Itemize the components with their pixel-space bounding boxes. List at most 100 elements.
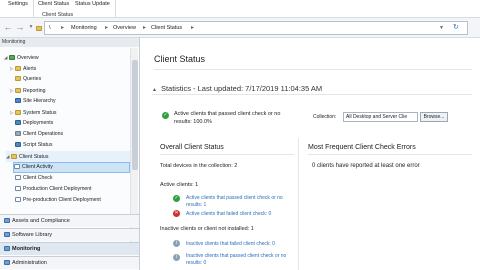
tree-item-script-status[interactable]: Script Status (15, 140, 52, 151)
client-operations-icon (15, 130, 21, 136)
folder-icon (15, 65, 21, 71)
summary-text-line1: Active clients that passed client check … (174, 111, 281, 117)
client-status-button[interactable]: Client Status (38, 1, 69, 7)
tree-item-system-status[interactable]: ▷ System Status (10, 107, 56, 118)
client-check-errors-heading: Most Frequent Client Check Errors (308, 144, 416, 151)
tree-item-label: Production Client Deployment (23, 186, 92, 192)
tree-item-label: Queries (23, 76, 42, 82)
info-icon: i (173, 254, 180, 261)
tree-item-deployments[interactable]: Deployments (15, 118, 53, 129)
divider (308, 154, 472, 155)
browse-button[interactable]: Browse... (420, 112, 448, 122)
main-content: Client Status ▲ Statistics - Last updated… (140, 38, 480, 270)
overview-icon (9, 54, 15, 60)
monitoring-icon (4, 245, 10, 251)
ribbon-group-settings: Settings (0, 0, 34, 18)
error-icon: ✕ (173, 210, 180, 217)
collection-field[interactable]: All Desktop and Server Clie (343, 112, 418, 122)
breadcrumb-monitoring[interactable]: Monitoring (71, 25, 97, 31)
status-update-button[interactable]: Status Update (75, 1, 110, 7)
statistics-header-text: Statistics - Last updated: 7/17/2019 11:… (160, 84, 323, 93)
workspace-label: Assets and Compliance (12, 218, 70, 224)
active-failed-link[interactable]: Active clients that failed client check:… (186, 211, 271, 217)
breadcrumb-root[interactable]: \ (49, 25, 51, 31)
tree-item-label: Client Check (23, 175, 53, 181)
breadcrumb[interactable]: \ ▸ Monitoring ▸ Overview ▸ Client Statu… (44, 21, 468, 35)
breadcrumb-client-status[interactable]: Client Status (151, 25, 182, 31)
back-arrow-icon[interactable]: ← (3, 22, 13, 32)
forward-arrow-icon[interactable]: → (15, 22, 25, 32)
check-icon: ✓ (162, 112, 169, 119)
tree-item-label: Client Operations (23, 131, 64, 137)
tree-item-label: Pre-production Client Deployment (23, 197, 101, 203)
tree-item-client-status[interactable]: ◢ Client Status (6, 151, 130, 162)
tree-item-label: Client Status (19, 154, 49, 160)
tree-item-preproduction-client-deployment[interactable]: Pre-production Client Deployment (15, 195, 101, 206)
document-icon (15, 196, 21, 202)
document-icon (14, 163, 20, 169)
folder-icon (34, 22, 44, 32)
workspace-software-library[interactable]: Software Library (0, 228, 139, 241)
errors-message: 0 clients have reported at least one err… (312, 163, 420, 169)
hierarchy-icon (15, 97, 21, 103)
tree-item-queries[interactable]: Queries (15, 74, 41, 85)
script-icon (15, 141, 21, 147)
column-divider (298, 138, 299, 270)
folder-icon (11, 153, 17, 159)
total-devices-text: Total devices in the collection: 2 (160, 163, 238, 169)
tree-item-label: Overview (17, 55, 39, 61)
info-icon: i (173, 240, 180, 247)
tree-item-site-hierarchy[interactable]: Site Hierarchy (15, 96, 56, 107)
folder-icon (15, 109, 21, 115)
breadcrumb-separator: ▸ (143, 25, 147, 31)
workspace-assets-and-compliance[interactable]: Assets and Compliance (0, 214, 139, 227)
tree-item-label: Site Hierarchy (23, 98, 56, 104)
tree-item-label: Reporting (23, 88, 46, 94)
active-passed-link[interactable]: Active clients that passed client check … (186, 195, 283, 201)
workspace-administration[interactable]: Administration (0, 256, 139, 269)
scrollbar-thumb[interactable] (132, 60, 138, 170)
divider (152, 94, 472, 95)
tree-item-label: Client Activity (22, 164, 53, 170)
tree-item-client-check[interactable]: Client Check (15, 173, 52, 184)
workspace-label: Monitoring (12, 246, 41, 252)
active-passed-link-count[interactable]: results: 1 (186, 202, 206, 208)
tree-item-client-activity[interactable]: Client Activity (13, 162, 130, 173)
folder-icon (15, 75, 21, 81)
tree-item-production-client-deployment[interactable]: Production Client Deployment (15, 184, 92, 195)
inactive-failed-link[interactable]: Inactive clients that failed client chec… (186, 241, 275, 247)
tree-item-label: Script Status (23, 142, 53, 148)
administration-icon (4, 259, 10, 265)
workspace-monitoring[interactable]: Monitoring (0, 242, 139, 255)
ribbon-group-client-status: Client Status Status Update Client Statu… (34, 0, 116, 18)
summary-text-line2: results: 100.0% (174, 119, 212, 125)
tree-item-label: System Status (23, 110, 57, 116)
navigation-pane-header: Monitoring (0, 38, 139, 47)
settings-button[interactable]: Settings (8, 1, 28, 7)
tree-item-reporting[interactable]: ▷ Reporting (10, 85, 46, 96)
inactive-clients-text: Inactive clients or client not installed… (160, 226, 254, 232)
tree-item-client-operations[interactable]: Client Operations (15, 129, 63, 140)
overall-client-status-heading: Overall Client Status (160, 144, 224, 151)
workspace-label: Administration (12, 260, 47, 266)
tree-item-overview[interactable]: ◢ Overview (4, 52, 39, 63)
collapse-arrow-icon[interactable]: ▲ (152, 87, 157, 93)
navigation-pane: Monitoring ◢ Overview ▷ Alerts Queries ▷ Re… (0, 38, 140, 270)
refresh-icon[interactable]: ↻ (453, 23, 459, 31)
folder-icon (15, 87, 21, 93)
statistics-section-header[interactable]: ▲ Statistics - Last updated: 7/17/2019 11… (152, 84, 322, 93)
address-dropdown-icon[interactable]: ▼ (439, 25, 444, 31)
address-bar: ← → ▼ \ ▸ Monitoring ▸ Overview ▸ Client… (0, 18, 480, 38)
assets-icon (4, 217, 10, 223)
software-library-icon (4, 231, 10, 237)
inactive-passed-link-count[interactable]: results: 0 (186, 260, 206, 266)
workspace-label: Software Library (12, 232, 53, 238)
breadcrumb-separator: ▸ (61, 25, 65, 31)
divider (154, 69, 472, 70)
document-icon (15, 185, 21, 191)
breadcrumb-overview[interactable]: Overview (113, 25, 136, 31)
breadcrumb-separator: ▸ (105, 25, 109, 31)
page-title: Client Status (154, 54, 206, 64)
inactive-passed-link[interactable]: Inactive clients that passed client chec… (186, 253, 286, 259)
tree-item-alerts[interactable]: ▷ Alerts (10, 63, 36, 74)
